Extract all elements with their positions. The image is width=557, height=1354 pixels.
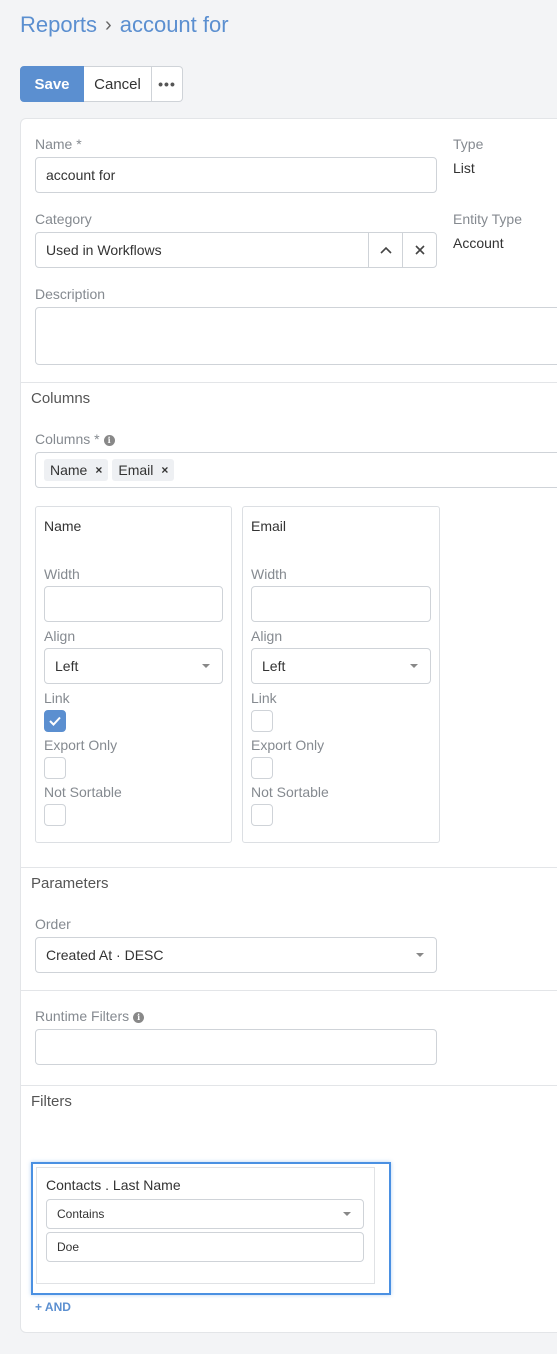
not-sortable-checkbox[interactable] bbox=[251, 804, 273, 826]
type-label: Type bbox=[453, 136, 484, 152]
align-select[interactable]: Left bbox=[44, 648, 223, 684]
info-icon[interactable]: i bbox=[103, 434, 115, 446]
description-label: Description bbox=[35, 286, 106, 302]
width-label: Width bbox=[251, 566, 287, 582]
section-divider bbox=[21, 867, 557, 868]
remove-tag-icon[interactable]: × bbox=[95, 463, 102, 477]
export-only-label: Export Only bbox=[251, 737, 325, 753]
remove-tag-icon[interactable]: × bbox=[161, 463, 168, 477]
add-and-button[interactable]: + AND bbox=[35, 1300, 71, 1314]
caret-down-icon bbox=[410, 664, 418, 668]
link-checkbox[interactable] bbox=[44, 710, 66, 732]
columns-section-title: Columns bbox=[31, 390, 91, 407]
order-label: Order bbox=[35, 916, 71, 932]
entity-type-label: Entity Type bbox=[453, 211, 523, 227]
runtime-filters-label: Runtime Filters i bbox=[35, 1008, 145, 1024]
name-label: Name * bbox=[35, 136, 82, 152]
link-label: Link bbox=[251, 690, 277, 706]
name-input[interactable]: account for bbox=[35, 157, 437, 193]
align-select[interactable]: Left bbox=[251, 648, 431, 684]
export-only-checkbox[interactable] bbox=[44, 757, 66, 779]
filter-value-input[interactable]: Doe bbox=[46, 1232, 364, 1262]
column-card-title: Email bbox=[251, 518, 287, 534]
category-label: Category bbox=[35, 211, 92, 227]
cancel-button[interactable]: Cancel bbox=[84, 66, 152, 102]
entity-type-value: Account bbox=[453, 235, 504, 251]
export-only-label: Export Only bbox=[44, 737, 118, 753]
category-select[interactable]: Used in Workflows bbox=[35, 232, 437, 268]
runtime-filters-input[interactable] bbox=[35, 1029, 437, 1065]
column-tag-email: Email × bbox=[112, 459, 175, 481]
filter-operator-select[interactable]: Contains bbox=[46, 1199, 364, 1229]
order-select[interactable]: Created At · DESC bbox=[35, 937, 437, 973]
breadcrumb-separator: › bbox=[105, 13, 112, 36]
toolbar: Save Cancel ••• bbox=[20, 66, 183, 102]
category-value: Used in Workflows bbox=[46, 242, 162, 258]
link-label: Link bbox=[44, 690, 70, 706]
columns-label: Columns * i bbox=[35, 431, 115, 447]
type-value: List bbox=[453, 160, 475, 176]
save-button[interactable]: Save bbox=[20, 66, 84, 102]
parameters-section-title: Parameters bbox=[31, 875, 109, 892]
export-only-checkbox[interactable] bbox=[251, 757, 273, 779]
breadcrumb-current: account for bbox=[119, 12, 229, 37]
section-divider bbox=[21, 1085, 557, 1086]
align-label: Align bbox=[251, 628, 283, 644]
breadcrumb-parent-link[interactable]: Reports bbox=[20, 12, 97, 38]
column-card-title: Name bbox=[44, 518, 82, 534]
width-input[interactable] bbox=[44, 586, 223, 622]
column-tag-name: Name × bbox=[44, 459, 109, 481]
caret-down-icon bbox=[343, 1212, 351, 1216]
not-sortable-checkbox[interactable] bbox=[44, 804, 66, 826]
width-input[interactable] bbox=[251, 586, 431, 622]
section-divider bbox=[21, 382, 557, 383]
breadcrumb: Reports › account for bbox=[20, 12, 229, 38]
section-divider bbox=[21, 990, 557, 991]
description-textarea[interactable] bbox=[35, 307, 557, 365]
align-label: Align bbox=[44, 628, 76, 644]
caret-down-icon bbox=[416, 953, 424, 957]
more-actions-button[interactable]: ••• bbox=[152, 66, 183, 102]
caret-down-icon bbox=[202, 664, 210, 668]
filter-field-label: Contacts . Last Name bbox=[46, 1177, 181, 1193]
filters-section-title: Filters bbox=[31, 1093, 72, 1110]
info-icon[interactable]: i bbox=[133, 1011, 145, 1023]
width-label: Width bbox=[44, 566, 80, 582]
columns-multiselect[interactable]: Name × Email × bbox=[35, 452, 557, 488]
not-sortable-label: Not Sortable bbox=[44, 784, 122, 800]
chevron-up-icon[interactable] bbox=[368, 233, 402, 267]
not-sortable-label: Not Sortable bbox=[251, 784, 329, 800]
checkmark-icon bbox=[49, 716, 61, 726]
link-checkbox[interactable] bbox=[251, 710, 273, 732]
clear-icon[interactable] bbox=[402, 233, 436, 267]
